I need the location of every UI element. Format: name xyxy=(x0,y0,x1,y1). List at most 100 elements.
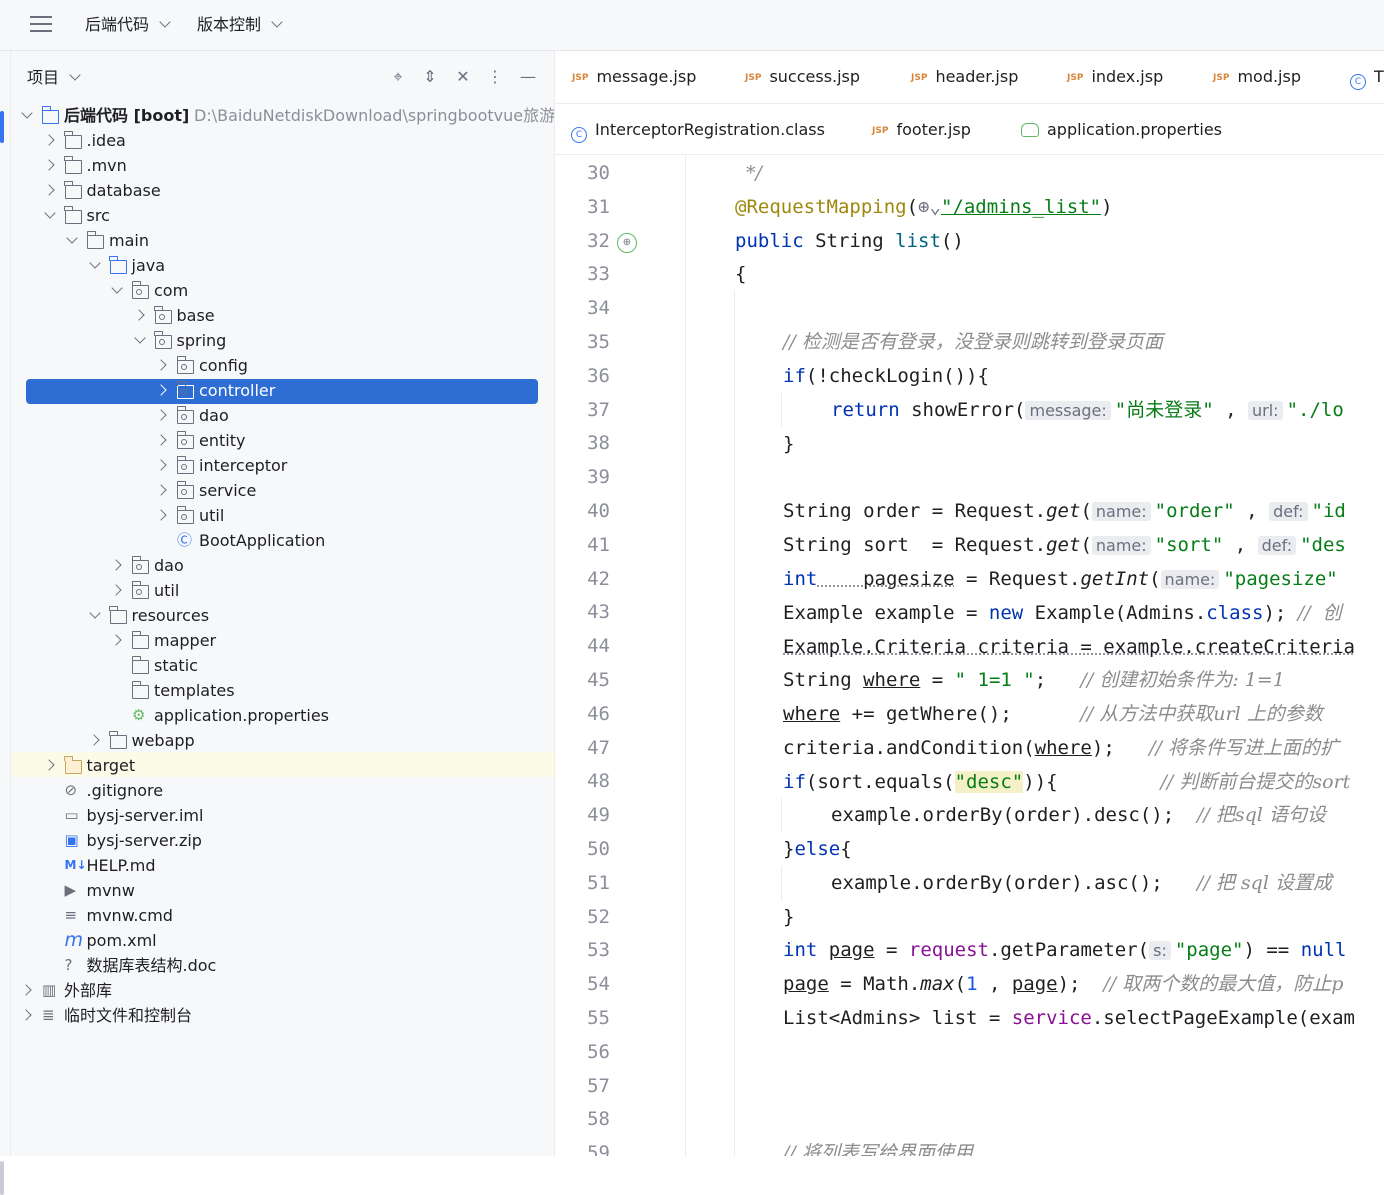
chevron-right-icon[interactable] xyxy=(134,303,146,328)
vcs-menu-label: 版本控制 xyxy=(197,15,262,34)
tree-item[interactable]: java xyxy=(11,253,554,278)
tree-item[interactable]: static xyxy=(11,653,554,678)
chevron-down-icon[interactable] xyxy=(89,253,101,278)
hide-panel-icon[interactable]: — xyxy=(518,67,538,87)
code-line-46: where += getWhere(); // 从方法中获取url 上的参数 xyxy=(783,697,1323,731)
tree-item[interactable]: ≣ 临时文件和控制台 xyxy=(11,1003,554,1028)
tree-item[interactable]: main xyxy=(11,228,554,253)
project-view-selector[interactable]: 项目 xyxy=(27,67,81,89)
chevron-right-icon[interactable] xyxy=(21,1003,33,1028)
tree-item[interactable]: .mvn xyxy=(11,153,554,178)
code-token[interactable]: "/admins_list" xyxy=(941,196,1101,218)
tree-item[interactable]: mapper xyxy=(11,628,554,653)
tree-item[interactable]: com xyxy=(11,278,554,303)
tab-index-jsp[interactable]: JSP index.jsp xyxy=(1067,66,1163,88)
tree-item[interactable]: 后端代码 [boot] D:\BaiduNetdiskDownload\sprin… xyxy=(11,103,554,128)
project-tool-button[interactable] xyxy=(0,111,4,143)
tree-item[interactable]: .idea xyxy=(11,128,554,153)
main-menu-icon[interactable] xyxy=(30,16,52,34)
chevron-right-icon[interactable] xyxy=(44,153,56,178)
locate-file-icon[interactable]: ⌖ xyxy=(388,67,408,87)
chevron-right-icon[interactable] xyxy=(44,128,56,153)
tree-item-label: interceptor xyxy=(199,456,288,475)
chevron-right-icon[interactable] xyxy=(44,178,56,203)
tree-item[interactable]: M↓ HELP.md xyxy=(11,853,554,878)
vcs-menu[interactable]: 版本控制 xyxy=(197,13,283,37)
expand-all-icon[interactable]: ⇕ xyxy=(420,67,440,87)
chevron-right-icon[interactable] xyxy=(111,578,123,603)
chevron-right-icon[interactable] xyxy=(156,478,168,503)
chevron-right-icon[interactable] xyxy=(156,503,168,528)
chevron-right-icon[interactable] xyxy=(156,353,168,378)
chevron-right-icon[interactable] xyxy=(156,403,168,428)
text-file-icon: ≡ xyxy=(64,906,78,924)
tree-item[interactable]: resources xyxy=(11,603,554,628)
tab-interceptorregistration-class[interactable]: C InterceptorRegistration.class xyxy=(571,119,825,143)
chevron-down-icon[interactable] xyxy=(21,103,33,128)
maven-icon: m xyxy=(64,929,84,951)
code-token: if xyxy=(783,365,806,387)
tree-item[interactable]: ▣ bysj-server.zip xyxy=(11,828,554,853)
chevron-right-icon[interactable] xyxy=(156,378,168,403)
tree-item[interactable]: ▭ bysj-server.iml xyxy=(11,803,554,828)
tab-header-jsp[interactable]: JSP header.jsp xyxy=(911,66,1018,88)
chevron-right-icon[interactable] xyxy=(89,728,101,753)
chevron-right-icon[interactable] xyxy=(21,978,33,1003)
chevron-right-icon[interactable] xyxy=(156,428,168,453)
tree-item[interactable]: util xyxy=(11,503,554,528)
chevron-down-icon[interactable] xyxy=(44,203,56,228)
tab-message-jsp[interactable]: JSP message.jsp xyxy=(572,66,696,88)
project-menu[interactable]: 后端代码 xyxy=(85,13,171,37)
endpoint-web-icon[interactable]: ⊕ xyxy=(617,233,637,253)
tree-item[interactable]: util xyxy=(11,578,554,603)
globe-icon[interactable]: ⊕⌄ xyxy=(918,196,941,218)
chevron-right-icon[interactable] xyxy=(156,453,168,478)
tree-item[interactable]: config xyxy=(11,353,554,378)
tree-item[interactable]: Ⓒ BootApplication xyxy=(11,528,554,553)
tree-item[interactable]: base xyxy=(11,303,554,328)
collapse-all-icon[interactable]: ✕ xyxy=(453,67,473,87)
line-number-gutter[interactable]: ⊕ 30 31 32 33 34 35 36 37 38 39 40 41 42 43 44 45 46 47 48… xyxy=(555,155,686,1156)
code-area[interactable]: */ @RequestMapping(⊕⌄"/admins_list") pub… xyxy=(686,155,1384,1156)
chevron-down-icon[interactable] xyxy=(134,328,146,353)
tree-item[interactable]: ? 数据库表结构.doc xyxy=(11,953,554,978)
chevron-down-icon[interactable] xyxy=(89,603,101,628)
code-token: // 将条件写进上面的扩 xyxy=(1149,737,1339,759)
chevron-right-icon[interactable] xyxy=(111,553,123,578)
strip-scroll-handle[interactable] xyxy=(0,1161,4,1195)
tree-item[interactable]: ⊘ .gitignore xyxy=(11,778,554,803)
code-token: " xyxy=(1011,669,1035,691)
tree-item[interactable]: dao xyxy=(11,403,554,428)
package-icon xyxy=(154,331,172,349)
tree-item[interactable]: m pom.xml xyxy=(11,928,554,953)
chevron-right-icon[interactable] xyxy=(111,628,123,653)
code-token: Example.Criteria criteria = example.crea… xyxy=(783,636,1355,658)
tab-application-properties[interactable]: application.properties xyxy=(1021,119,1222,141)
tree-item[interactable]: database xyxy=(11,178,554,203)
package-icon xyxy=(154,306,172,324)
tree-item[interactable]: service xyxy=(11,478,554,503)
tree-item[interactable]: entity xyxy=(11,428,554,453)
tree-item[interactable]: controller xyxy=(11,378,554,403)
chevron-right-icon[interactable] xyxy=(44,753,56,778)
chevron-down-icon[interactable] xyxy=(66,228,78,253)
tab-success-jsp[interactable]: JSP success.jsp xyxy=(745,66,860,88)
line-number: 53 xyxy=(587,939,610,962)
tree-item[interactable]: spring xyxy=(11,328,554,353)
tree-item[interactable]: ▶ mvnw xyxy=(11,878,554,903)
tree-item-label: service xyxy=(199,481,257,500)
tree-item[interactable]: ▥ 外部库 xyxy=(11,978,554,1003)
tree-item[interactable]: target xyxy=(11,753,554,778)
tree-item[interactable]: src xyxy=(11,203,554,228)
tab-mod-jsp[interactable]: JSP mod.jsp xyxy=(1213,66,1301,88)
tab-footer-jsp[interactable]: JSP footer.jsp xyxy=(872,119,971,141)
tree-item[interactable]: webapp xyxy=(11,728,554,753)
tree-item[interactable]: ⚙ application.properties xyxy=(11,703,554,728)
tree-item[interactable]: ≡ mvnw.cmd xyxy=(11,903,554,928)
tab-t-class[interactable]: CT xyxy=(1350,66,1384,90)
chevron-down-icon[interactable] xyxy=(111,278,123,303)
more-options-icon[interactable]: ⋮ xyxy=(485,67,505,87)
tree-item[interactable]: interceptor xyxy=(11,453,554,478)
tree-item[interactable]: templates xyxy=(11,678,554,703)
tree-item[interactable]: dao xyxy=(11,553,554,578)
